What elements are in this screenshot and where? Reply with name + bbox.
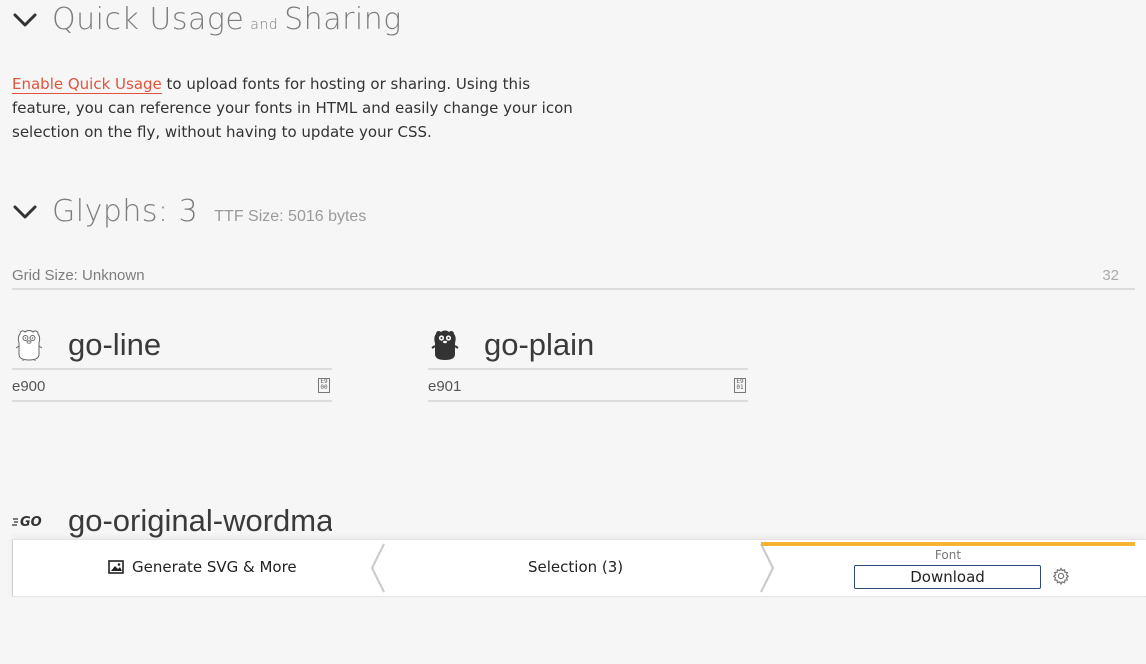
- quick-usage-header[interactable]: Quick Usage and Sharing: [12, 2, 402, 37]
- generate-svg-button[interactable]: Generate SVG & More: [108, 558, 297, 576]
- quick-usage-description: Enable Quick Usage to upload fonts for h…: [12, 72, 582, 144]
- grid-size-value[interactable]: 32: [1102, 267, 1119, 284]
- gear-icon[interactable]: [1052, 567, 1070, 585]
- page: Quick Usage and Sharing Enable Quick Usage…: [0, 0, 1146, 664]
- grid-size-bar[interactable]: Grid Size: Unknown 32: [12, 264, 1135, 290]
- font-download-panel: Font Download: [761, 542, 1135, 598]
- chevron-down-icon[interactable]: [12, 8, 38, 32]
- image-icon: [108, 560, 124, 574]
- glyph-code[interactable]: e901: [428, 378, 461, 395]
- enable-quick-usage-link[interactable]: Enable Quick Usage: [12, 75, 162, 94]
- selection-button[interactable]: Selection (3): [528, 558, 623, 576]
- gopher-outline-icon: [12, 328, 46, 362]
- toolbar-edge: [12, 540, 13, 596]
- gopher-filled-icon: [428, 328, 462, 362]
- svg-text:GO: GO: [20, 515, 42, 529]
- code-copy-icon[interactable]: E9 01: [734, 378, 746, 393]
- bottom-toolbar: Generate SVG & More Selection (3) Font D…: [12, 539, 1146, 597]
- ttf-size: TTF Size: 5016 bytes: [214, 208, 367, 225]
- quick-usage-title: Quick Usage and Sharing: [52, 2, 402, 37]
- glyph-name[interactable]: go-original-wordmark: [68, 503, 332, 539]
- glyph-card[interactable]: go-plain e901 E9 01: [428, 322, 748, 402]
- code-copy-icon[interactable]: E9 00: [318, 378, 330, 393]
- glyphs-title: Glyphs: 3: [52, 194, 199, 229]
- glyph-name[interactable]: go-line: [68, 327, 332, 363]
- generate-svg-label: Generate SVG & More: [132, 558, 297, 576]
- glyph-code[interactable]: e900: [12, 378, 45, 395]
- grid-size-label: Grid Size: Unknown: [12, 267, 145, 284]
- chevron-left-separator-icon: [370, 543, 385, 593]
- glyphs-header[interactable]: Glyphs: 3 TTF Size: 5016 bytes: [12, 194, 366, 229]
- download-button[interactable]: Download: [854, 565, 1041, 589]
- font-caption: Font: [934, 548, 962, 562]
- go-wordmark-icon: GO: [12, 504, 46, 538]
- chevron-down-icon[interactable]: [12, 200, 38, 224]
- glyph-name[interactable]: go-plain: [484, 327, 748, 363]
- glyph-card[interactable]: go-line e900 E9 00: [12, 322, 332, 402]
